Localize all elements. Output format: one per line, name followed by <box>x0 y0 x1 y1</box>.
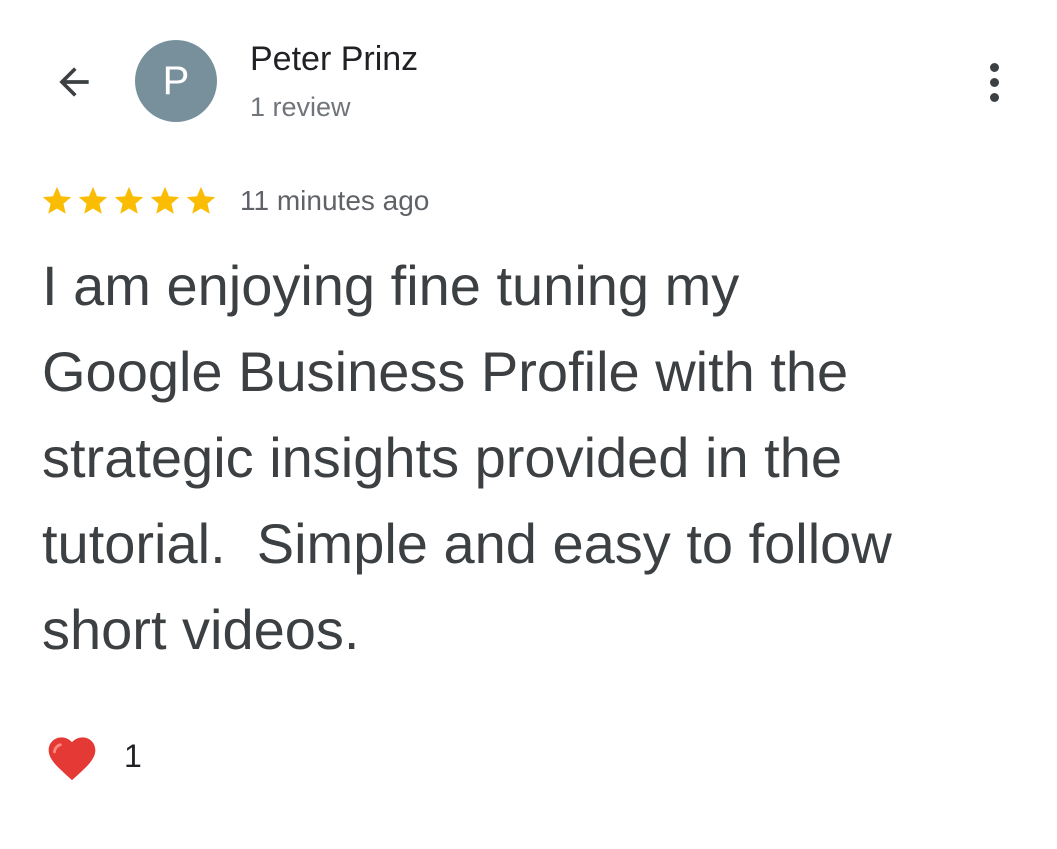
heart-icon <box>48 737 96 781</box>
avatar[interactable]: P <box>135 40 217 122</box>
reviewer-review-count: 1 review <box>250 92 351 122</box>
star-rating <box>40 184 218 218</box>
avatar-initial: P <box>162 59 190 103</box>
star-icon <box>112 184 146 218</box>
rating-row: 11 minutes ago <box>40 180 429 222</box>
more-vert-icon-dot <box>989 62 999 72</box>
reaction-count: 1 <box>124 737 142 774</box>
star-icon <box>40 184 74 218</box>
arrow-back-icon <box>59 67 89 97</box>
reaction-button[interactable]: 1 <box>44 730 142 782</box>
star-icon <box>184 184 218 218</box>
more-options-button[interactable] <box>974 58 1014 106</box>
review-screen: P Peter Prinz 1 review 11 minutes ago I … <box>0 0 1057 849</box>
review-time: 11 minutes ago <box>240 185 430 216</box>
reviewer-name[interactable]: Peter Prinz <box>250 40 418 79</box>
review-text: I am enjoying fine tuning my Google Busi… <box>42 254 892 661</box>
more-vert-icon-dot <box>989 92 999 102</box>
star-icon <box>76 184 110 218</box>
star-icon <box>148 184 182 218</box>
more-vert-icon-dot <box>989 77 999 87</box>
back-button[interactable] <box>48 56 100 108</box>
